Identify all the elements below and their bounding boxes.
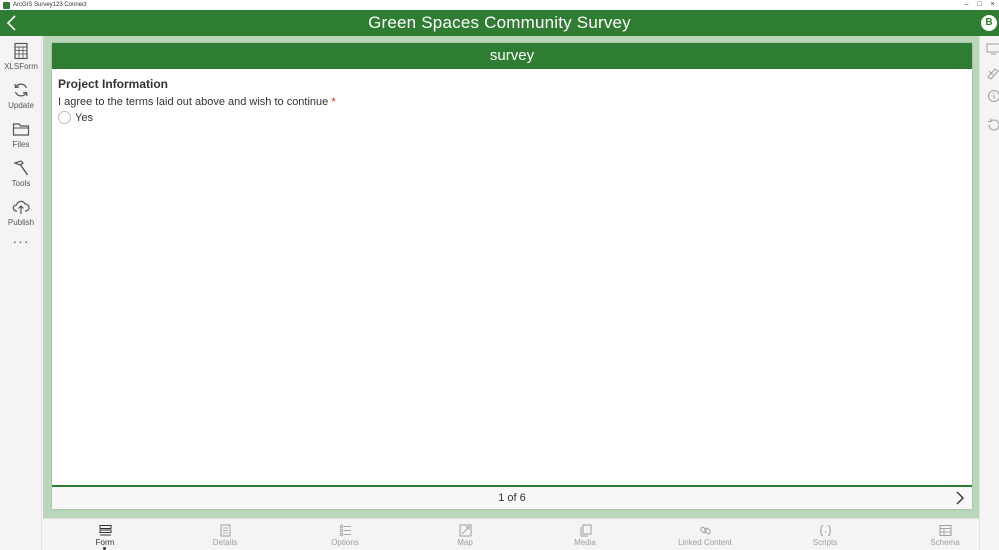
options-icon xyxy=(339,524,351,537)
window-title: ArcGIS Survey123 Connect xyxy=(13,2,87,8)
form-body[interactable]: Project Information I agree to the terms… xyxy=(52,69,972,485)
sidebar-item-label: XLSForm xyxy=(4,62,38,71)
next-page-button[interactable] xyxy=(954,491,966,505)
sidebar-item-files[interactable]: Files xyxy=(0,120,42,156)
tab-label: Form xyxy=(95,538,115,547)
tab-scripts[interactable]: Scripts xyxy=(765,519,885,550)
left-sidebar: XLSForm Update Files Tools Publish ··· xyxy=(0,36,42,550)
survey-title: Green Spaces Community Survey xyxy=(368,13,631,32)
survey123-connect-window: ArcGIS Survey123 Connect – □ × Green Spa… xyxy=(0,0,999,550)
user-avatar[interactable]: B xyxy=(981,15,997,31)
minimize-button[interactable]: – xyxy=(960,0,973,10)
form-card: survey Project Information I agree to th… xyxy=(52,43,972,509)
back-arrow-icon[interactable] xyxy=(4,14,20,32)
page-indicator: 1 of 6 xyxy=(498,492,526,504)
tab-label: Media xyxy=(574,538,596,547)
close-button[interactable]: × xyxy=(986,0,999,10)
form-footer: 1 of 6 xyxy=(52,485,972,509)
info-icon[interactable] xyxy=(986,89,999,103)
media-icon xyxy=(580,524,591,537)
window-titlebar: ArcGIS Survey123 Connect – □ × xyxy=(0,0,999,10)
cloud-upload-icon xyxy=(12,200,30,214)
schema-icon xyxy=(939,525,951,536)
radio-option-yes[interactable]: Yes xyxy=(58,111,93,124)
group-title: Project Information xyxy=(58,77,169,91)
spreadsheet-icon xyxy=(14,42,28,60)
tab-linked-content[interactable]: Linked Content xyxy=(645,519,765,550)
tab-label: Schema xyxy=(930,538,960,547)
details-icon xyxy=(220,524,230,537)
question-label: I agree to the terms laid out above and … xyxy=(58,96,336,108)
sidebar-item-publish[interactable]: Publish xyxy=(0,198,42,234)
tab-schema[interactable]: Schema xyxy=(885,519,999,550)
more-options-button[interactable]: ··· xyxy=(0,234,42,250)
reset-icon[interactable] xyxy=(986,118,999,132)
bottom-tab-bar: Form Details Options Map Media Linked Co… xyxy=(43,518,979,550)
sidebar-item-label: Tools xyxy=(11,179,31,188)
tab-form[interactable]: Form xyxy=(45,519,165,550)
required-marker: * xyxy=(331,96,336,108)
sidebar-item-update[interactable]: Update xyxy=(0,81,42,117)
palette-icon[interactable] xyxy=(986,66,999,80)
window-controls: – □ × xyxy=(960,0,999,10)
sidebar-item-label: Update xyxy=(8,101,34,110)
app-logo-icon xyxy=(3,1,10,9)
sidebar-item-tools[interactable]: Tools xyxy=(0,159,42,195)
map-icon xyxy=(459,524,471,537)
tab-label: Linked Content xyxy=(678,538,732,547)
right-toolbar xyxy=(979,36,999,550)
hammer-icon xyxy=(13,160,29,176)
tab-details[interactable]: Details xyxy=(165,519,285,550)
form-icon xyxy=(99,525,111,536)
radio-button[interactable] xyxy=(58,111,71,124)
tab-label: Map xyxy=(457,538,473,547)
app-header: Green Spaces Community Survey B xyxy=(0,10,999,36)
form-preview-area: survey Project Information I agree to th… xyxy=(43,36,979,518)
tab-options[interactable]: Options xyxy=(285,519,405,550)
scripts-icon xyxy=(819,525,831,536)
tab-label: Details xyxy=(212,538,238,547)
tab-map[interactable]: Map xyxy=(405,519,525,550)
sidebar-item-xlsform[interactable]: XLSForm xyxy=(0,42,42,78)
tab-label: Scripts xyxy=(812,538,838,547)
form-title: survey xyxy=(52,43,972,69)
chevron-right-icon xyxy=(956,491,964,505)
question-text: I agree to the terms laid out above and … xyxy=(58,96,329,108)
monitor-icon[interactable] xyxy=(986,42,999,56)
folder-icon xyxy=(12,123,30,136)
sidebar-item-label: Files xyxy=(12,140,30,149)
maximize-button[interactable]: □ xyxy=(973,0,986,10)
sidebar-item-label: Publish xyxy=(7,218,35,227)
refresh-icon xyxy=(14,83,28,97)
radio-option-label[interactable]: Yes xyxy=(75,112,93,124)
tab-media[interactable]: Media xyxy=(525,519,645,550)
tab-label: Options xyxy=(331,538,359,547)
link-icon xyxy=(699,526,711,535)
